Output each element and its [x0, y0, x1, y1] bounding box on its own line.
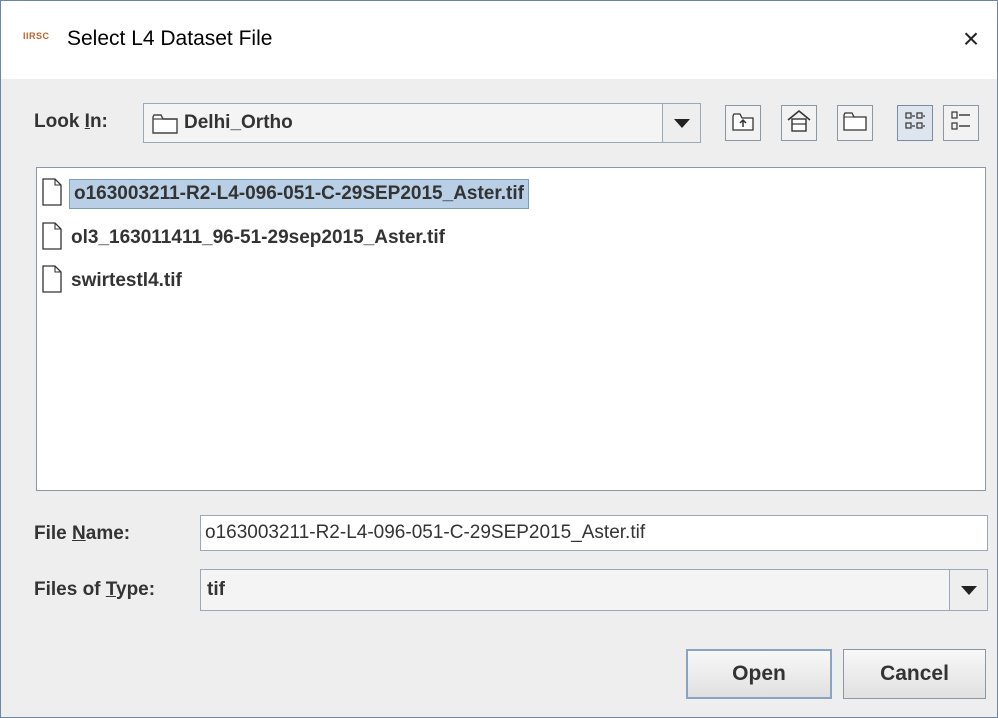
cancel-button[interactable]: Cancel — [843, 649, 986, 699]
details-view-button[interactable] — [943, 105, 979, 141]
list-view-icon — [903, 110, 927, 137]
app-logo: IIRSC — [23, 31, 50, 41]
file-icon — [41, 221, 63, 255]
file-name-input[interactable]: o163003211-R2-L4-096-051-C-29SEP2015_Ast… — [200, 515, 988, 551]
up-one-level-icon — [731, 110, 755, 137]
file-type-combobox[interactable]: tif — [200, 569, 988, 611]
file-name: swirtestl4.tif — [71, 270, 182, 291]
home-button[interactable] — [781, 105, 817, 141]
file-icon — [41, 177, 63, 211]
file-type-dropdown-button[interactable] — [949, 570, 987, 610]
folder-icon — [152, 113, 178, 140]
file-icon — [41, 264, 63, 298]
file-name: o163003211-R2-L4-096-051-C-29SEP2015_Ast… — [69, 179, 529, 209]
chevron-down-icon — [673, 118, 690, 128]
file-list-item[interactable]: o163003211-R2-L4-096-051-C-29SEP2015_Ast… — [41, 176, 529, 212]
title-bar: IIRSC Select L4 Dataset File × — [1, 1, 997, 79]
look-in-label: Look In: — [34, 111, 108, 132]
file-list[interactable]: o163003211-R2-L4-096-051-C-29SEP2015_Ast… — [36, 167, 986, 491]
file-name: ol3_163011411_96-51-29sep2015_Aster.tif — [71, 227, 445, 248]
up-one-level-button[interactable] — [725, 105, 761, 141]
file-name-label: File Name: — [34, 523, 131, 544]
look-in-value: Delhi_Ortho — [184, 112, 293, 133]
close-icon[interactable]: × — [949, 19, 993, 59]
look-in-dropdown-button[interactable] — [662, 104, 700, 142]
window-title: Select L4 Dataset File — [67, 27, 273, 50]
chevron-down-icon — [960, 585, 977, 595]
file-type-label: Files of Type: — [34, 579, 156, 600]
open-button[interactable]: Open — [686, 649, 832, 699]
file-type-value: tif — [207, 579, 225, 600]
look-in-combobox[interactable]: Delhi_Ortho — [143, 103, 701, 143]
file-chooser-dialog: IIRSC Select L4 Dataset File × Look In: … — [0, 0, 998, 718]
new-folder-button[interactable] — [837, 105, 873, 141]
list-view-button[interactable] — [897, 105, 933, 141]
file-list-item[interactable]: ol3_163011411_96-51-29sep2015_Aster.tif — [41, 220, 447, 256]
new-folder-icon — [842, 110, 868, 137]
file-list-item[interactable]: swirtestl4.tif — [41, 263, 184, 299]
home-icon — [786, 108, 812, 139]
details-view-icon — [949, 109, 973, 138]
